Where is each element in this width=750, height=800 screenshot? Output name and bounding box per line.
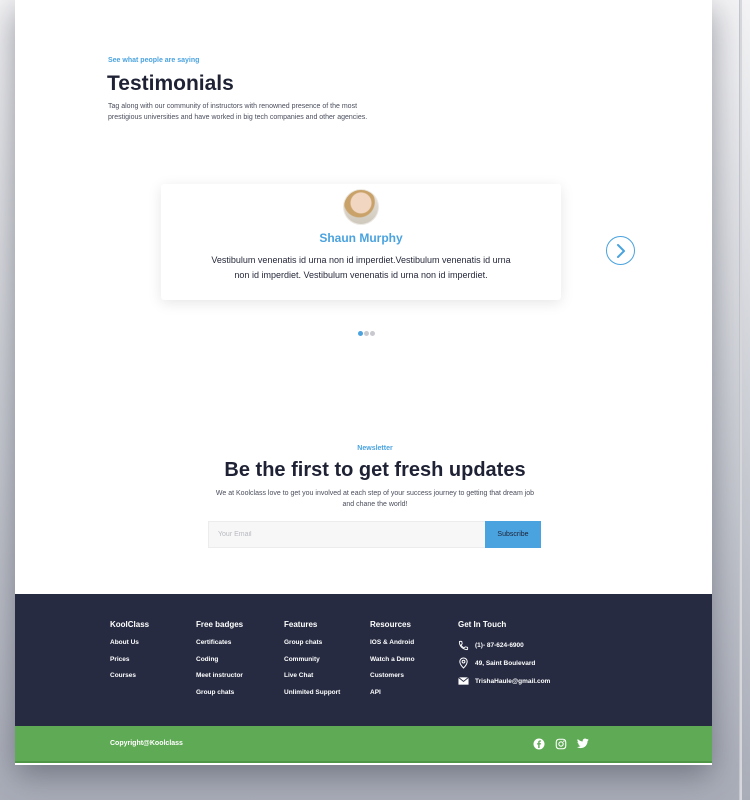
testimonials-title: Testimonials bbox=[107, 72, 234, 95]
social-links bbox=[532, 737, 589, 750]
footer-link[interactable]: IOS & Android bbox=[370, 639, 415, 656]
footer-column-free-badges: Free badges Certificates Coding Meet ins… bbox=[196, 620, 243, 705]
footer-link[interactable]: Watch a Demo bbox=[370, 656, 415, 673]
subscribe-button[interactable]: Subscribe bbox=[485, 521, 541, 548]
testimonial-author: Shaun Murphy bbox=[319, 231, 403, 245]
footer-column-contact: Get In Touch (1)- 87-624-6900 49, Saint … bbox=[458, 620, 550, 690]
footer-column-resources: Resources IOS & Android Watch a Demo Cus… bbox=[370, 620, 415, 705]
footer-link[interactable]: Community bbox=[284, 656, 340, 673]
contact-email-text: TrishaHaule@gmail.com bbox=[475, 677, 551, 685]
footer-column-features: Features Group chats Community Live Chat… bbox=[284, 620, 340, 705]
chevron-right-icon bbox=[616, 243, 625, 258]
location-pin-icon bbox=[458, 657, 469, 669]
footer-link[interactable]: Prices bbox=[110, 656, 149, 673]
carousel-dots bbox=[358, 331, 375, 336]
footer-link[interactable]: Group chats bbox=[284, 639, 340, 656]
newsletter-eyebrow: Newsletter bbox=[357, 445, 393, 452]
testimonial-card: Shaun Murphy Vestibulum venenatis id urn… bbox=[161, 184, 561, 300]
footer-column-title: KoolClass bbox=[110, 620, 150, 629]
facebook-icon[interactable] bbox=[532, 737, 545, 750]
footer-link[interactable]: Live Chat bbox=[284, 672, 340, 689]
footer-column-title: Features bbox=[284, 620, 318, 629]
footer: KoolClass About Us Prices Courses Free b… bbox=[15, 594, 712, 726]
footer-link[interactable]: Customers bbox=[370, 672, 415, 689]
footer-link[interactable]: API bbox=[370, 689, 415, 706]
carousel-dot[interactable] bbox=[358, 331, 363, 336]
footer-column-title: Get In Touch bbox=[458, 620, 507, 629]
carousel-dot[interactable] bbox=[370, 331, 375, 336]
footer-column-koolclass: KoolClass About Us Prices Courses bbox=[110, 620, 149, 689]
testimonials-eyebrow: See what people are saying bbox=[108, 57, 200, 64]
testimonials-description: Tag along with our community of instruct… bbox=[108, 103, 368, 121]
contact-email[interactable]: TrishaHaule@gmail.com bbox=[458, 672, 550, 690]
instagram-icon[interactable] bbox=[554, 737, 567, 750]
contact-address: 49, Saint Boulevard bbox=[458, 654, 550, 672]
carousel-next-button[interactable] bbox=[606, 236, 635, 265]
footer-link[interactable]: Group chats bbox=[196, 689, 243, 706]
footer-column-title: Free badges bbox=[196, 620, 244, 629]
contact-phone-text: (1)- 87-624-6900 bbox=[475, 641, 524, 649]
email-input[interactable] bbox=[208, 521, 485, 548]
contact-address-text: 49, Saint Boulevard bbox=[475, 659, 536, 667]
newsletter-description: We at Koolclass love to get you involved… bbox=[215, 490, 535, 508]
contact-phone[interactable]: (1)- 87-624-6900 bbox=[458, 636, 550, 654]
twitter-icon[interactable] bbox=[576, 737, 589, 750]
footer-link[interactable]: Courses bbox=[110, 672, 149, 689]
newsletter-title: Be the first to get fresh updates bbox=[224, 459, 526, 481]
mail-icon bbox=[458, 676, 469, 687]
footer-column-title: Resources bbox=[370, 620, 411, 629]
phone-icon bbox=[458, 640, 469, 651]
window-edge bbox=[739, 0, 742, 800]
copyright-bar: Copyright@Koolclass bbox=[15, 726, 712, 763]
footer-link[interactable]: Meet instructor bbox=[196, 672, 243, 689]
copyright-text: Copyright@Koolclass bbox=[110, 740, 183, 747]
testimonial-text: Vestibulum venenatis id urna non id impe… bbox=[211, 255, 511, 280]
footer-link[interactable]: Coding bbox=[196, 656, 243, 673]
carousel-dot[interactable] bbox=[364, 331, 369, 336]
footer-link[interactable]: Unlimited Support bbox=[284, 689, 340, 706]
avatar bbox=[343, 189, 379, 225]
footer-link[interactable]: About Us bbox=[110, 639, 149, 656]
footer-link[interactable]: Certificates bbox=[196, 639, 243, 656]
